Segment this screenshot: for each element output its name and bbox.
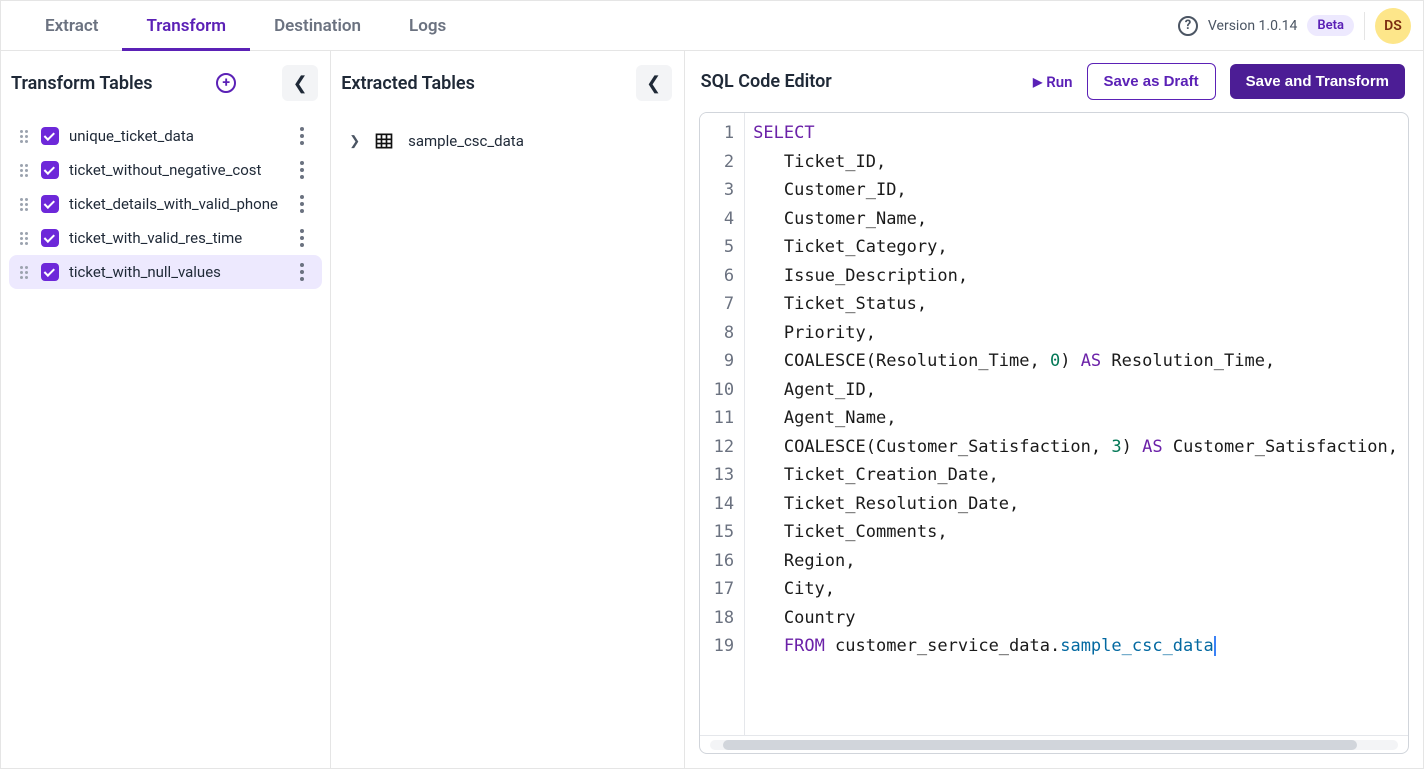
chevron-left-icon: ❮ — [646, 73, 661, 94]
beta-badge: Beta — [1307, 15, 1354, 36]
transform-table-item[interactable]: unique_ticket_data — [9, 119, 322, 153]
table-name-label: ticket_with_valid_res_time — [69, 229, 290, 247]
transform-tables-title: Transform Tables — [11, 73, 153, 94]
horizontal-scrollbar[interactable] — [700, 735, 1408, 753]
tab-transform[interactable]: Transform — [122, 2, 250, 50]
collapse-extracted-panel-button[interactable]: ❮ — [636, 65, 672, 101]
collapse-transform-panel-button[interactable]: ❮ — [282, 65, 318, 101]
avatar[interactable]: DS — [1375, 8, 1411, 44]
checkmark-icon — [44, 198, 55, 209]
add-transform-table-button[interactable]: + — [214, 71, 238, 95]
transform-table-item[interactable]: ticket_with_null_values — [9, 255, 322, 289]
table-name-label: unique_ticket_data — [69, 127, 290, 145]
version-label: Version 1.0.14 — [1208, 18, 1297, 34]
code-content[interactable]: SELECT Ticket_ID, Customer_ID, Customer_… — [745, 113, 1408, 735]
extracted-table-name: sample_csc_data — [408, 132, 524, 150]
line-gutter: 12345678910111213141516171819 — [700, 113, 745, 735]
more-options-button[interactable] — [290, 195, 314, 213]
transform-table-item[interactable]: ticket_with_valid_res_time — [9, 221, 322, 255]
checkbox[interactable] — [41, 229, 59, 247]
more-options-button[interactable] — [290, 263, 314, 281]
checkbox[interactable] — [41, 195, 59, 213]
save-draft-button[interactable]: Save as Draft — [1087, 63, 1216, 100]
drag-handle-icon[interactable] — [17, 266, 31, 279]
table-name-label: ticket_details_with_valid_phone — [69, 195, 290, 213]
drag-handle-icon[interactable] — [17, 232, 31, 245]
transform-tables-panel: Transform Tables + ❮ unique_ticket_datat… — [1, 51, 331, 768]
drag-handle-icon[interactable] — [17, 198, 31, 211]
table-name-label: ticket_with_null_values — [69, 263, 290, 281]
sql-editor-title: SQL Code Editor — [701, 71, 832, 92]
tab-bar: Extract Transform Destination Logs ? Ver… — [1, 1, 1423, 51]
checkmark-icon — [44, 232, 55, 243]
extracted-tables-panel: Extracted Tables ❮ ❯ sample_csc_data — [331, 51, 684, 768]
code-editor[interactable]: 12345678910111213141516171819 SELECT Tic… — [699, 112, 1409, 754]
checkmark-icon — [44, 266, 55, 277]
run-button[interactable]: Run — [1033, 73, 1073, 91]
extracted-tables-list: ❯ sample_csc_data — [331, 115, 683, 167]
drag-handle-icon[interactable] — [17, 130, 31, 143]
tab-logs[interactable]: Logs — [385, 2, 470, 50]
save-transform-button[interactable]: Save and Transform — [1230, 64, 1405, 99]
more-options-button[interactable] — [290, 127, 314, 145]
divider — [1364, 12, 1365, 40]
chevron-right-icon[interactable]: ❯ — [349, 134, 360, 149]
tab-destination[interactable]: Destination — [250, 2, 385, 50]
more-options-button[interactable] — [290, 161, 314, 179]
more-options-button[interactable] — [290, 229, 314, 247]
table-name-label: ticket_without_negative_cost — [69, 161, 290, 179]
drag-handle-icon[interactable] — [17, 164, 31, 177]
checkmark-icon — [44, 164, 55, 175]
checkmark-icon — [44, 130, 55, 141]
transform-table-item[interactable]: ticket_details_with_valid_phone — [9, 187, 322, 221]
table-icon — [374, 131, 394, 151]
checkbox[interactable] — [41, 263, 59, 281]
sql-editor-panel: SQL Code Editor Run Save as Draft Save a… — [685, 51, 1423, 768]
tab-extract[interactable]: Extract — [21, 2, 122, 50]
extracted-tables-title: Extracted Tables — [341, 73, 475, 94]
checkbox[interactable] — [41, 127, 59, 145]
help-icon[interactable]: ? — [1178, 16, 1198, 36]
chevron-left-icon: ❮ — [293, 73, 308, 94]
extracted-table-item[interactable]: ❯ sample_csc_data — [341, 121, 673, 161]
checkbox[interactable] — [41, 161, 59, 179]
plus-circle-icon: + — [216, 73, 236, 93]
transform-table-item[interactable]: ticket_without_negative_cost — [9, 153, 322, 187]
transform-tables-list: unique_ticket_data ticket_without_negativ… — [1, 115, 330, 293]
